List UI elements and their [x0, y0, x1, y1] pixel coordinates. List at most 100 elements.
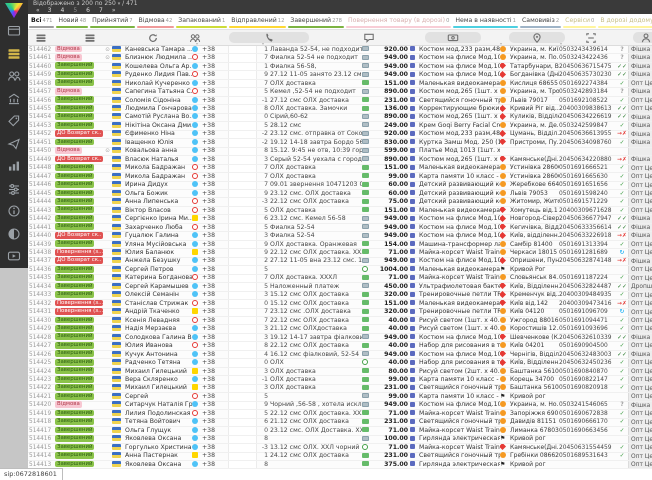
table-row[interactable]: 514451ЗавершенийІващенко Юлія+38-219.12 …: [28, 139, 652, 147]
manager-icon[interactable]: [640, 32, 652, 44]
pager-page[interactable]: 6: [86, 7, 90, 14]
phone-number[interactable]: +38: [202, 173, 228, 181]
tracking-number[interactable]: 20400309473416: [559, 300, 616, 308]
tracking-number[interactable]: 20450634226619: [559, 113, 616, 121]
table-row[interactable]: 514459ЗавершенийРуденко Лидия Пав...+389…: [28, 71, 652, 79]
pager-page[interactable]: 3: [48, 7, 52, 14]
table-row[interactable]: 514425ЗавершенийРадченко Тетяна+380ОЛХ40…: [28, 359, 652, 367]
table-row[interactable]: 514446ЗавершенийИрина Дидух+38709.01 зве…: [28, 182, 652, 190]
tracking-number[interactable]: 20450632483003: [559, 351, 616, 359]
table-row[interactable]: 514461Відмова⊙Близнюк Людмила ...+387Фиа…: [28, 54, 652, 62]
tracking-number[interactable]: 0501690663456: [559, 427, 616, 435]
pager-page[interactable]: 7: [99, 7, 103, 14]
tab-Прийнятий[interactable]: Прийнятий7: [89, 14, 135, 29]
tracking-number[interactable]: 0501691187224: [559, 274, 616, 282]
phone-number[interactable]: +38: [202, 215, 228, 223]
sidebar-item-info-icon[interactable]: [7, 204, 21, 218]
table-row[interactable]: 514432Повернення (з...Станіслав Стрижак+…: [28, 300, 652, 308]
tracking-number[interactable]: 0501692274384: [559, 80, 616, 88]
sidebar-item-theme-icon[interactable]: [7, 227, 21, 241]
tracking-number[interactable]: 0501690904500: [559, 342, 616, 350]
tracking-number[interactable]: 0503242599847: [559, 122, 616, 130]
tracking-number[interactable]: 0501691571229: [559, 198, 616, 206]
phone-number[interactable]: +38: [202, 418, 228, 426]
tab-Всі[interactable]: Всі471: [28, 14, 55, 29]
tracking-number[interactable]: 0503243422436: [559, 54, 616, 62]
tracking-number[interactable]: 0501691651656: [559, 181, 616, 189]
table-row[interactable]: 514440ДО Возврат ск..Гуцалюк Галина+383Ф…: [28, 232, 652, 240]
phone-number[interactable]: +38: [202, 71, 228, 79]
table-row[interactable]: 514439ЗавершенийУляна Мусійовська+389ОЛХ…: [28, 241, 652, 249]
table-row[interactable]: 514434ЗавершенийСергей Карамышев+385Нало…: [28, 283, 652, 291]
tracking-number[interactable]: 0501690822147: [559, 376, 616, 384]
table-row[interactable]: 514430ЗавершенийКсенія Левадняя+38722.12…: [28, 317, 652, 325]
table-row[interactable]: 514433ЗавершенийОлексій Семанін+38315.12…: [28, 292, 652, 300]
tracking-number[interactable]: 0503243439614: [559, 46, 616, 54]
tracking-number[interactable]: 0503242893184: [559, 88, 616, 96]
tracking-number[interactable]: 0501691281689: [559, 249, 616, 257]
phone-number[interactable]: +38: [202, 291, 228, 299]
phone-number[interactable]: +38: [202, 190, 228, 198]
sidebar-item-company-icon[interactable]: [7, 92, 21, 106]
sidebar-item-settings-icon[interactable]: [7, 182, 21, 196]
phone-number[interactable]: +38: [202, 113, 228, 121]
clients-icon[interactable]: [189, 32, 201, 44]
table-row[interactable]: 514448ЗавершенийМикола Бадражан+387ОЛХ д…: [28, 165, 652, 173]
tracking-number[interactable]: 20450632824487: [559, 283, 616, 291]
table-row[interactable]: 514420ВідмоваСитарчук Наталія Гр...+389Ч…: [28, 402, 652, 410]
table-row[interactable]: 514444ЗавершенийАнна Липенська+38-322.12…: [28, 198, 652, 206]
tab-Нема в наявності[interactable]: Нема в наявності1: [452, 14, 519, 29]
tracking-number[interactable]: 20400309671628: [559, 207, 616, 215]
tab-Сервіси[interactable]: Сервіси0: [562, 14, 597, 29]
phone-number[interactable]: +38: [202, 249, 228, 257]
ttn-scan-icon[interactable]: [585, 32, 597, 44]
table-row[interactable]: 514413ЗавершенийЯковлева Оксана+388375.0…: [28, 461, 652, 469]
table-row[interactable]: 514450Відмова⊙Ковальова анна+38815.12. 9…: [28, 148, 652, 156]
location-icon[interactable]: [531, 32, 543, 44]
phone-number[interactable]: +38: [202, 122, 228, 130]
phone-number[interactable]: +38: [202, 266, 228, 274]
table-row[interactable]: 514460ЗавершенийКошелева Ольга Ар...+381…: [28, 63, 652, 71]
tracking-number[interactable]: 0501691313394: [559, 241, 616, 249]
tab-Самовивіз[interactable]: Самовивіз2: [519, 14, 562, 29]
phone-number[interactable]: +38: [202, 325, 228, 333]
phone-number[interactable]: +38: [202, 410, 228, 418]
tracking-number[interactable]: 0501691094471: [559, 317, 616, 325]
pager-first-icon[interactable]: «: [36, 7, 39, 14]
tracking-number[interactable]: 0501690672838: [559, 410, 616, 418]
phone-number[interactable]: +38: [202, 384, 228, 392]
tab-Відмова[interactable]: Відмова42: [136, 14, 176, 29]
phone-number[interactable]: +38: [202, 130, 228, 138]
table-row[interactable]: 514435ЗавершенийКатерина Богданова+387ОЛ…: [28, 275, 652, 283]
table-row[interactable]: 514452ДО Возврат ск..Єфименко Ніна+38-22…: [28, 131, 652, 139]
tracking-number[interactable]: 0503241546065: [559, 401, 616, 409]
sidebar-item-dashboard-icon[interactable]: [7, 24, 21, 38]
phone-number[interactable]: +38: [202, 63, 228, 71]
sidebar-item-orders-icon[interactable]: [7, 47, 21, 61]
table-row[interactable]: 514424ЗавершенийМихаил Гилецький+383ОЛХ …: [28, 368, 652, 376]
tracking-number[interactable]: 0501692108522: [559, 97, 616, 105]
tracking-number[interactable]: 20450633356614: [559, 224, 616, 232]
phone-number[interactable]: +38: [202, 46, 228, 54]
phone-number[interactable]: +38: [202, 300, 228, 308]
phone-number[interactable]: +38: [202, 317, 228, 325]
tracking-number[interactable]: 20450633226918: [559, 232, 616, 240]
tracking-number[interactable]: 0501689531643: [559, 452, 616, 460]
table-row[interactable]: 514453ЗавершенийНікітіна Оксана Дми...+3…: [28, 122, 652, 130]
tracking-number[interactable]: 0501691666521: [559, 164, 616, 172]
phone-number[interactable]: +38: [202, 274, 228, 282]
phone-number[interactable]: +38: [202, 156, 228, 164]
phone-number[interactable]: +38: [202, 88, 228, 96]
table-row[interactable]: 514431Повернення (з...Андрій Ткаченко+38…: [28, 309, 652, 317]
phone-number[interactable]: +38: [202, 224, 228, 232]
phone-icon[interactable]: [263, 32, 275, 44]
app-logo-icon[interactable]: [5, 3, 23, 18]
phone-number[interactable]: +38: [202, 359, 228, 367]
refresh-icon[interactable]: [147, 32, 159, 44]
table-row[interactable]: 514445ЗавершенийОльга Божик+38923.12 смс…: [28, 190, 652, 198]
tab-Відправлений[interactable]: Відправлений12: [228, 14, 287, 29]
tracking-number[interactable]: 0501690840870: [559, 368, 616, 376]
phone-number[interactable]: +38: [202, 342, 228, 350]
table-row[interactable]: 514417ЗавершенийОльга Глущук+38023.12 см…: [28, 427, 652, 435]
table-row[interactable]: 514426ЗавершенийКучук Антонина+38416.12 …: [28, 351, 652, 359]
